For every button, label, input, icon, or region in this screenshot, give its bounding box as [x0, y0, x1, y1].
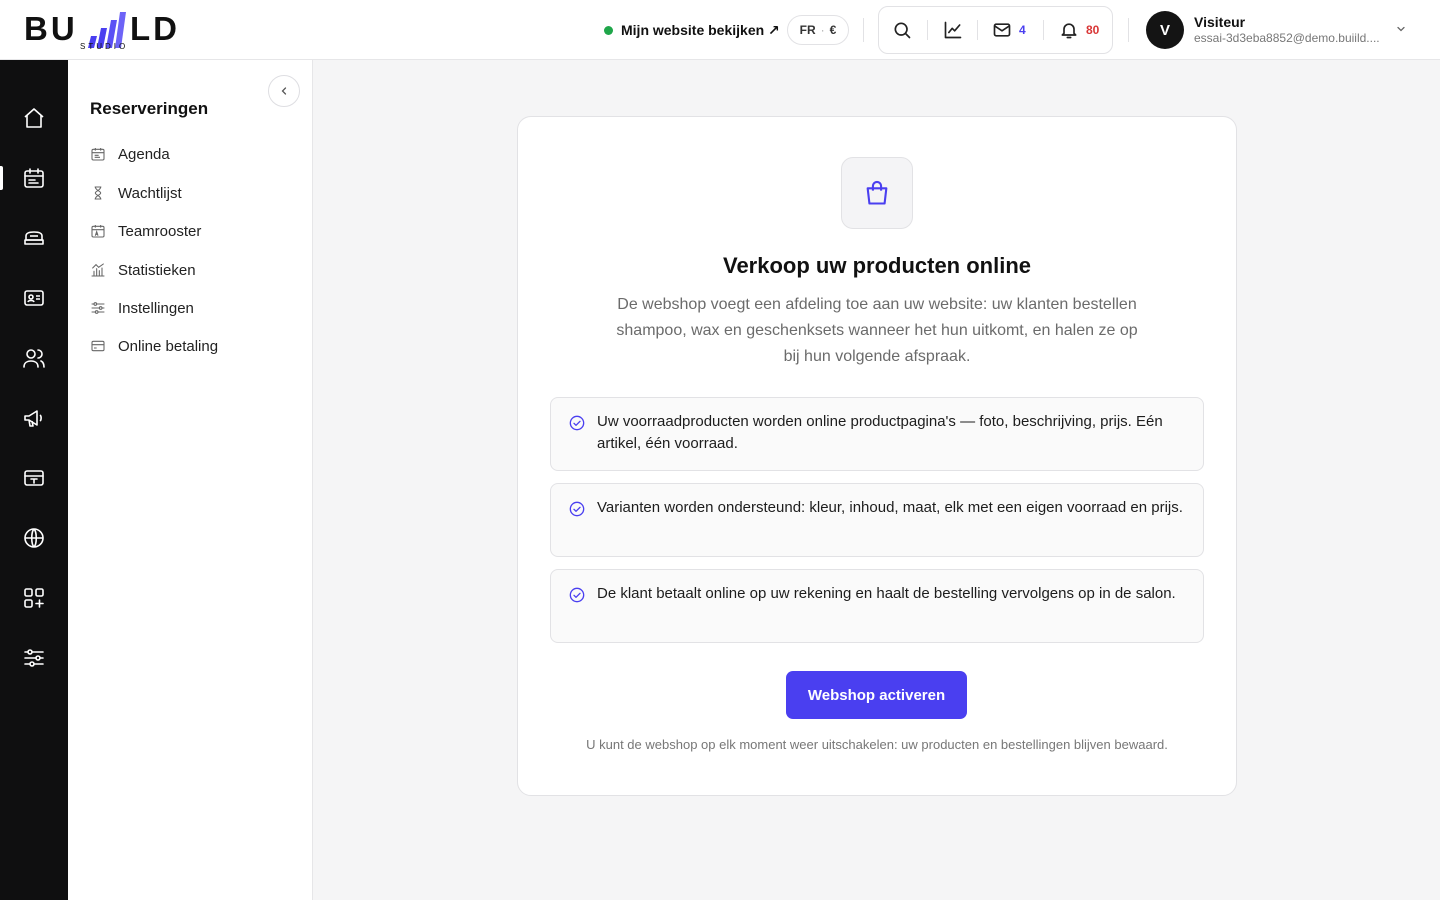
sidebar-item-label: Instellingen	[118, 299, 194, 317]
feature-text: Varianten worden ondersteund: kleur, inh…	[597, 499, 1183, 516]
rail-item-home[interactable]	[0, 96, 68, 140]
sidebar-item-settings[interactable]: Instellingen	[90, 295, 194, 321]
deactivation-note: U kunt de webshop op elk moment weer uit…	[586, 737, 1168, 752]
chevron-down-icon	[1397, 26, 1405, 32]
stats-icon	[91, 263, 105, 277]
sidebar-item-label: Statistieken	[118, 261, 196, 279]
sidebar-item-waitlist[interactable]: Wachtlijst	[90, 180, 182, 206]
view-website-link[interactable]: Mijn website bekijken ↗	[604, 18, 780, 42]
page-title: Verkoop uw producten online	[722, 253, 1032, 278]
home-icon	[24, 108, 44, 128]
shopping-bag-icon	[866, 180, 888, 205]
rail-item-register[interactable]	[0, 456, 68, 500]
register-icon	[24, 470, 44, 486]
feature-text: De klant betaalt online op uw rekening e…	[597, 585, 1176, 602]
rail-item-services[interactable]	[0, 216, 68, 260]
collapse-sidebar-button[interactable]	[268, 75, 300, 107]
feature-item: De klant betaalt online op uw rekening e…	[550, 569, 1204, 643]
language-code: FR	[799, 23, 816, 37]
globe-icon	[24, 528, 44, 548]
mail-count-badge: 4	[1019, 23, 1026, 37]
hourglass-icon	[94, 186, 102, 200]
header-tools: 4 80	[878, 6, 1113, 54]
apps-add-icon	[24, 588, 44, 608]
sidebar-item-label: Wachtlijst	[118, 184, 182, 202]
shopping-bag-tile	[841, 157, 913, 229]
rail-item-clients[interactable]	[0, 276, 68, 320]
sidebar-item-label: Agenda	[118, 145, 170, 163]
megaphone-icon	[24, 410, 42, 427]
rail-item-settings[interactable]	[0, 636, 68, 680]
settings-sliders-icon	[24, 649, 44, 667]
rail-item-team[interactable]	[0, 336, 68, 380]
sidebar-title: Reserveringen	[90, 99, 209, 118]
user-menu[interactable]: V Visiteur essai-3d3eba8852@demo.buiild.…	[1146, 10, 1416, 50]
chart-line-icon	[944, 21, 962, 39]
rail-item-website[interactable]	[0, 516, 68, 560]
feature-text: Uw voorraadproducten worden online produ…	[597, 413, 1163, 452]
calendar-team-icon	[91, 225, 105, 238]
language-currency-selector[interactable]: FR · €	[787, 15, 849, 45]
user-email: essai-3d3eba8852@demo.buiild....	[1194, 31, 1380, 45]
sidebar-item-statistics[interactable]: Statistieken	[90, 257, 196, 283]
avatar: V	[1146, 11, 1184, 49]
services-icon	[24, 231, 44, 245]
users-icon	[23, 349, 45, 368]
logo-text-part1: BU	[24, 10, 78, 47]
mail-icon	[993, 23, 1011, 37]
page-description: De webshop voegt een afdeling toe aan uw…	[616, 296, 1138, 365]
notification-count-badge: 80	[1086, 23, 1100, 37]
view-website-label: Mijn website bekijken ↗	[621, 21, 780, 38]
online-status-dot	[604, 25, 613, 35]
bell-icon	[1061, 23, 1077, 39]
chevron-left-icon	[281, 87, 287, 95]
webshop-activation-card: Verkoop uw producten online De webshop v…	[517, 116, 1237, 796]
sidebar-item-online-payment[interactable]: Online betaling	[90, 333, 218, 359]
notifications-button[interactable]: 80	[1059, 7, 1099, 53]
messages-button[interactable]: 4	[992, 7, 1026, 53]
header-divider	[863, 18, 864, 42]
check-circle-icon	[569, 587, 585, 603]
calendar-icon	[91, 148, 105, 161]
calendar-icon	[24, 168, 44, 188]
feature-item: Uw voorraadproducten worden online produ…	[550, 397, 1204, 471]
top-bar: BU LD STUDIO Mijn website bekijken ↗ FR …	[0, 0, 1440, 60]
sidebar-item-agenda[interactable]: Agenda	[90, 141, 170, 167]
credit-card-icon	[91, 340, 105, 352]
logo-subtitle: STUDIO	[80, 42, 129, 51]
id-card-icon	[24, 290, 44, 306]
rail-item-calendar[interactable]	[0, 156, 68, 200]
feature-item: Varianten worden ondersteund: kleur, inh…	[550, 483, 1204, 557]
brand-logo[interactable]: BU LD STUDIO	[24, 8, 184, 52]
sliders-icon	[91, 302, 105, 314]
user-name: Visiteur	[1194, 14, 1246, 30]
reservations-sidebar: Reserveringen Agenda Wachtlijst Teamroos…	[68, 60, 313, 900]
main-icon-rail	[0, 60, 68, 900]
rail-item-apps[interactable]	[0, 576, 68, 620]
search-icon	[894, 22, 911, 39]
logo-text-part2: LD	[130, 10, 180, 47]
activate-webshop-button[interactable]: Webshop activeren	[786, 671, 967, 719]
currency-symbol: €	[829, 23, 837, 37]
check-circle-icon	[569, 501, 585, 517]
sidebar-item-label: Teamrooster	[118, 222, 202, 240]
sidebar-item-label: Online betaling	[118, 337, 219, 355]
rail-item-marketing[interactable]	[0, 396, 68, 440]
analytics-button[interactable]	[943, 7, 963, 53]
search-button[interactable]	[892, 7, 912, 53]
check-circle-icon	[569, 415, 585, 431]
sidebar-item-team-roster[interactable]: Teamrooster	[90, 218, 201, 244]
